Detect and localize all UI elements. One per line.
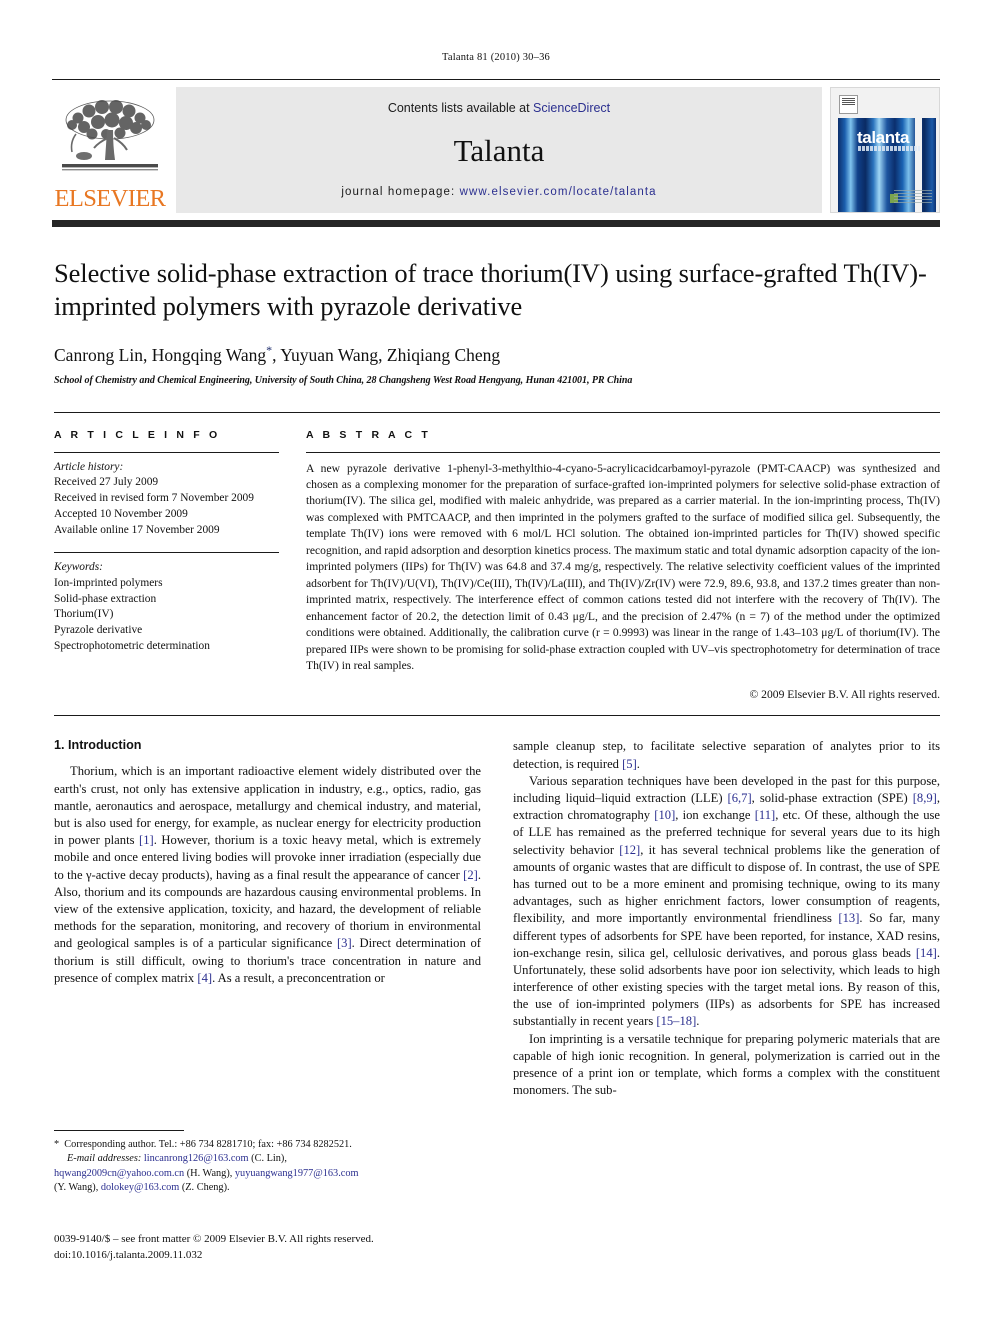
citation-ref[interactable]: [10] — [654, 808, 675, 822]
masthead-thick-divider — [52, 220, 940, 227]
abstract-heading: A B S T R A C T — [306, 428, 431, 441]
citation-ref[interactable]: [12] — [619, 843, 640, 857]
keyword-item: Solid-phase extraction — [54, 592, 157, 605]
info-abstract-region: A R T I C L E I N F O Article history: R… — [54, 411, 940, 702]
author-list: Canrong Lin, Hongqing Wang*, Yuyuan Wang… — [54, 343, 940, 366]
body-paragraph: Thorium, which is an important radioacti… — [54, 764, 482, 985]
abstract-copyright: © 2009 Elsevier B.V. All rights reserved… — [749, 688, 940, 702]
body-paragraph: Various separation techniques have been … — [513, 773, 940, 1029]
citation-ref[interactable]: [3] — [337, 936, 352, 950]
keyword-item: Pyrazole derivative — [54, 624, 143, 637]
cover-footer-text-lines — [894, 190, 932, 204]
email-addresses-line-2: hqwang2009cn@yahoo.com.cn (H. Wang), yuy… — [54, 1167, 471, 1181]
keywords-block: Keywords: Ion-imprinted polymers Solid-p… — [54, 552, 279, 654]
elsevier-wordmark: ELSEVIER — [54, 184, 166, 212]
email-owner: (C. Lin), — [251, 1153, 287, 1165]
body-right-column: sample cleanup step, to facilitate selec… — [513, 738, 940, 1099]
authors-head: Canrong Lin, Hongqing Wang — [54, 344, 267, 365]
abstract-divider — [306, 451, 940, 453]
keyword-item: Thorium(IV) — [54, 608, 114, 621]
footnote-region: * Corresponding author. Tel.: +86 734 82… — [54, 1130, 471, 1196]
abstract-column: A B S T R A C T A new pyrazole derivativ… — [306, 428, 940, 702]
homepage-prefix: journal homepage: — [341, 186, 460, 198]
journal-masthead: ELSEVIER Contents lists available at Sci… — [52, 79, 940, 213]
abstract-text: A new pyrazole derivative 1-phenyl-3-met… — [306, 461, 940, 673]
journal-homepage-link[interactable]: www.elsevier.com/locate/talanta — [460, 186, 657, 198]
elsevier-tree-icon — [62, 99, 158, 170]
corresponding-text: Corresponding author. Tel.: +86 734 8281… — [64, 1139, 352, 1150]
body-paragraph: Ion imprinting is a versatile technique … — [513, 1031, 940, 1098]
contents-available-line: Contents lists available at ScienceDirec… — [388, 101, 610, 115]
citation-ref[interactable]: [5] — [622, 757, 637, 771]
citation-ref[interactable]: [11] — [755, 808, 776, 822]
body-left-column: 1. Introduction Thorium, which is an imp… — [54, 738, 481, 1099]
abstract-bottom-divider — [54, 715, 940, 717]
keywords-label: Keywords: — [54, 561, 103, 574]
cover-elsevier-mark-icon — [839, 95, 858, 114]
footnote-divider — [54, 1130, 184, 1131]
paper-page: Talanta 81 (2010) 30–36 ELSEVIER Content… — [0, 0, 992, 1323]
email-addresses-line: E-mail addresses: lincanrong126@163.com … — [54, 1152, 471, 1166]
citation-ref[interactable]: [6,7] — [728, 791, 752, 805]
contents-prefix: Contents lists available at — [387, 101, 534, 115]
article-history-block: Article history: Received 27 July 2009 R… — [54, 460, 279, 539]
history-item: Received in revised form 7 November 2009 — [54, 492, 254, 505]
article-info-column: A R T I C L E I N F O Article history: R… — [54, 429, 279, 702]
title-block: Selective solid-phase extraction of trac… — [54, 257, 940, 386]
corresponding-author-note: * Corresponding author. Tel.: +86 734 82… — [54, 1138, 471, 1196]
email-link[interactable]: lincanrong126@163.com — [144, 1153, 249, 1164]
article-info-heading: A R T I C L E I N F O — [54, 428, 221, 441]
journal-title: Talanta — [453, 133, 545, 168]
email-link[interactable]: hqwang2009cn@yahoo.com.cn — [54, 1168, 184, 1179]
body-two-columns: 1. Introduction Thorium, which is an imp… — [54, 738, 940, 1099]
body-paragraph: sample cleanup step, to facilitate selec… — [513, 739, 940, 771]
citation-ref[interactable]: [8,9] — [913, 791, 937, 805]
sciencedirect-link[interactable]: ScienceDirect — [533, 101, 610, 115]
keyword-item: Spectrophotometric determination — [54, 639, 210, 652]
cover-subtitle-rule — [858, 146, 920, 151]
authors-tail: , Yuyuan Wang, Zhiqiang Cheng — [272, 344, 501, 365]
citation-ref[interactable]: [13] — [838, 911, 859, 925]
journal-banner: Contents lists available at ScienceDirec… — [176, 87, 822, 213]
issn-copyright-line: 0039-9140/$ – see front matter © 2009 El… — [54, 1233, 374, 1245]
citation-ref[interactable]: [14] — [916, 946, 937, 960]
footnote-star-marker: * — [54, 1139, 65, 1150]
keywords-divider — [54, 552, 279, 554]
history-item: Accepted 10 November 2009 — [54, 507, 188, 520]
email-owner: (Y. Wang), — [54, 1182, 99, 1194]
history-item: Available online 17 November 2009 — [54, 523, 220, 536]
email-link[interactable]: yuyuangwang1977@163.com — [235, 1168, 359, 1179]
citation-ref[interactable]: [2] — [463, 868, 478, 882]
email-owner: (H. Wang), — [186, 1167, 233, 1179]
citation-ref[interactable]: [1] — [139, 833, 154, 847]
doi-line: doi:10.1016/j.talanta.2009.11.032 — [54, 1248, 203, 1261]
email-addresses-label: E-mail addresses: — [67, 1153, 142, 1165]
running-head: Talanta 81 (2010) 30–36 — [442, 52, 550, 63]
email-link[interactable]: dolokey@163.com — [101, 1182, 179, 1193]
section-heading-introduction: 1. Introduction — [54, 738, 142, 753]
affiliation: School of Chemistry and Chemical Enginee… — [54, 374, 633, 386]
email-owner: (Z. Cheng). — [181, 1182, 230, 1194]
cover-journal-title: talanta — [857, 128, 909, 147]
email-addresses-line-3: (Y. Wang), dolokey@163.com (Z. Cheng). — [54, 1181, 471, 1195]
article-history-label: Article history: — [54, 460, 124, 473]
journal-homepage-line: journal homepage: www.elsevier.com/locat… — [341, 186, 656, 198]
article-info-divider — [54, 451, 279, 453]
keyword-item: Ion-imprinted polymers — [54, 576, 163, 589]
history-item: Received 27 July 2009 — [54, 476, 159, 489]
imprint-block: 0039-9140/$ – see front matter © 2009 El… — [54, 1232, 484, 1264]
elsevier-logo: ELSEVIER — [52, 87, 168, 213]
citation-ref[interactable]: [15–18] — [656, 1014, 696, 1028]
keywords-list: Keywords: Ion-imprinted polymers Solid-p… — [54, 560, 279, 654]
corresponding-line: * Corresponding author. Tel.: +86 734 82… — [54, 1138, 471, 1152]
citation-ref[interactable]: [4] — [197, 971, 212, 985]
journal-cover-thumbnail[interactable]: talanta — [830, 87, 940, 213]
page-title: Selective solid-phase extraction of trac… — [54, 258, 927, 322]
